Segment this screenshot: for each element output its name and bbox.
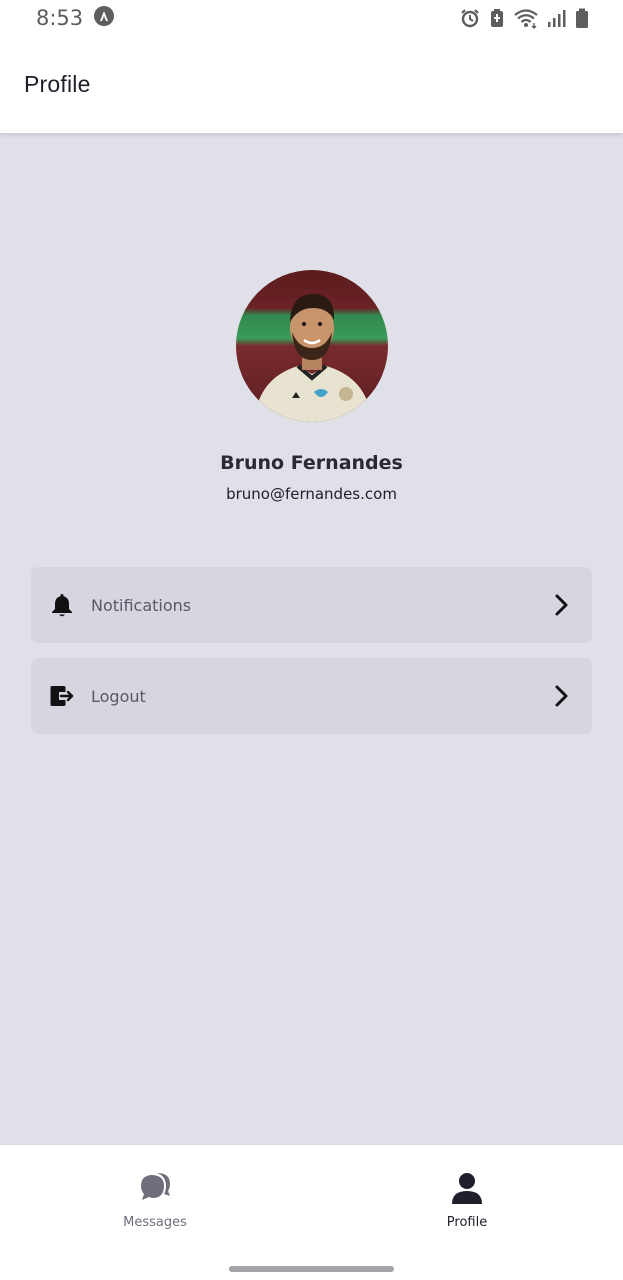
person-icon xyxy=(450,1171,484,1209)
app-notification-icon xyxy=(93,5,115,31)
logout-icon xyxy=(49,683,75,709)
user-name: Bruno Fernandes xyxy=(220,452,403,474)
nav-label-profile: Profile xyxy=(446,1215,488,1230)
nav-item-profile[interactable]: Profile xyxy=(387,1171,547,1230)
menu-item-logout[interactable]: Logout xyxy=(31,658,592,734)
bottom-navigation: Messages Profile xyxy=(0,1144,623,1280)
chat-bubbles-icon xyxy=(137,1171,173,1209)
status-bar: 8:53 xyxy=(0,0,623,36)
home-indicator[interactable] xyxy=(229,1266,394,1272)
menu-item-notifications[interactable]: Notifications xyxy=(31,567,592,643)
wifi-icon xyxy=(513,7,539,29)
chevron-right-icon xyxy=(554,593,570,621)
menu-item-label: Logout xyxy=(91,686,146,706)
signal-icon xyxy=(547,7,567,29)
app-bar: Profile xyxy=(0,36,623,133)
bell-icon xyxy=(49,592,75,618)
avatar xyxy=(236,270,388,422)
status-left: 8:53 xyxy=(36,5,115,31)
status-right xyxy=(459,7,589,29)
nav-label-messages: Messages xyxy=(123,1215,187,1230)
chevron-right-icon xyxy=(554,684,570,712)
menu-item-label: Notifications xyxy=(91,595,192,615)
battery-icon xyxy=(575,7,589,29)
page-title: Profile xyxy=(24,71,91,97)
user-email: bruno@fernandes.com xyxy=(226,485,397,503)
battery-saver-icon xyxy=(489,7,505,29)
alarm-icon xyxy=(459,7,481,29)
status-time: 8:53 xyxy=(36,6,84,30)
nav-item-messages[interactable]: Messages xyxy=(75,1171,235,1230)
